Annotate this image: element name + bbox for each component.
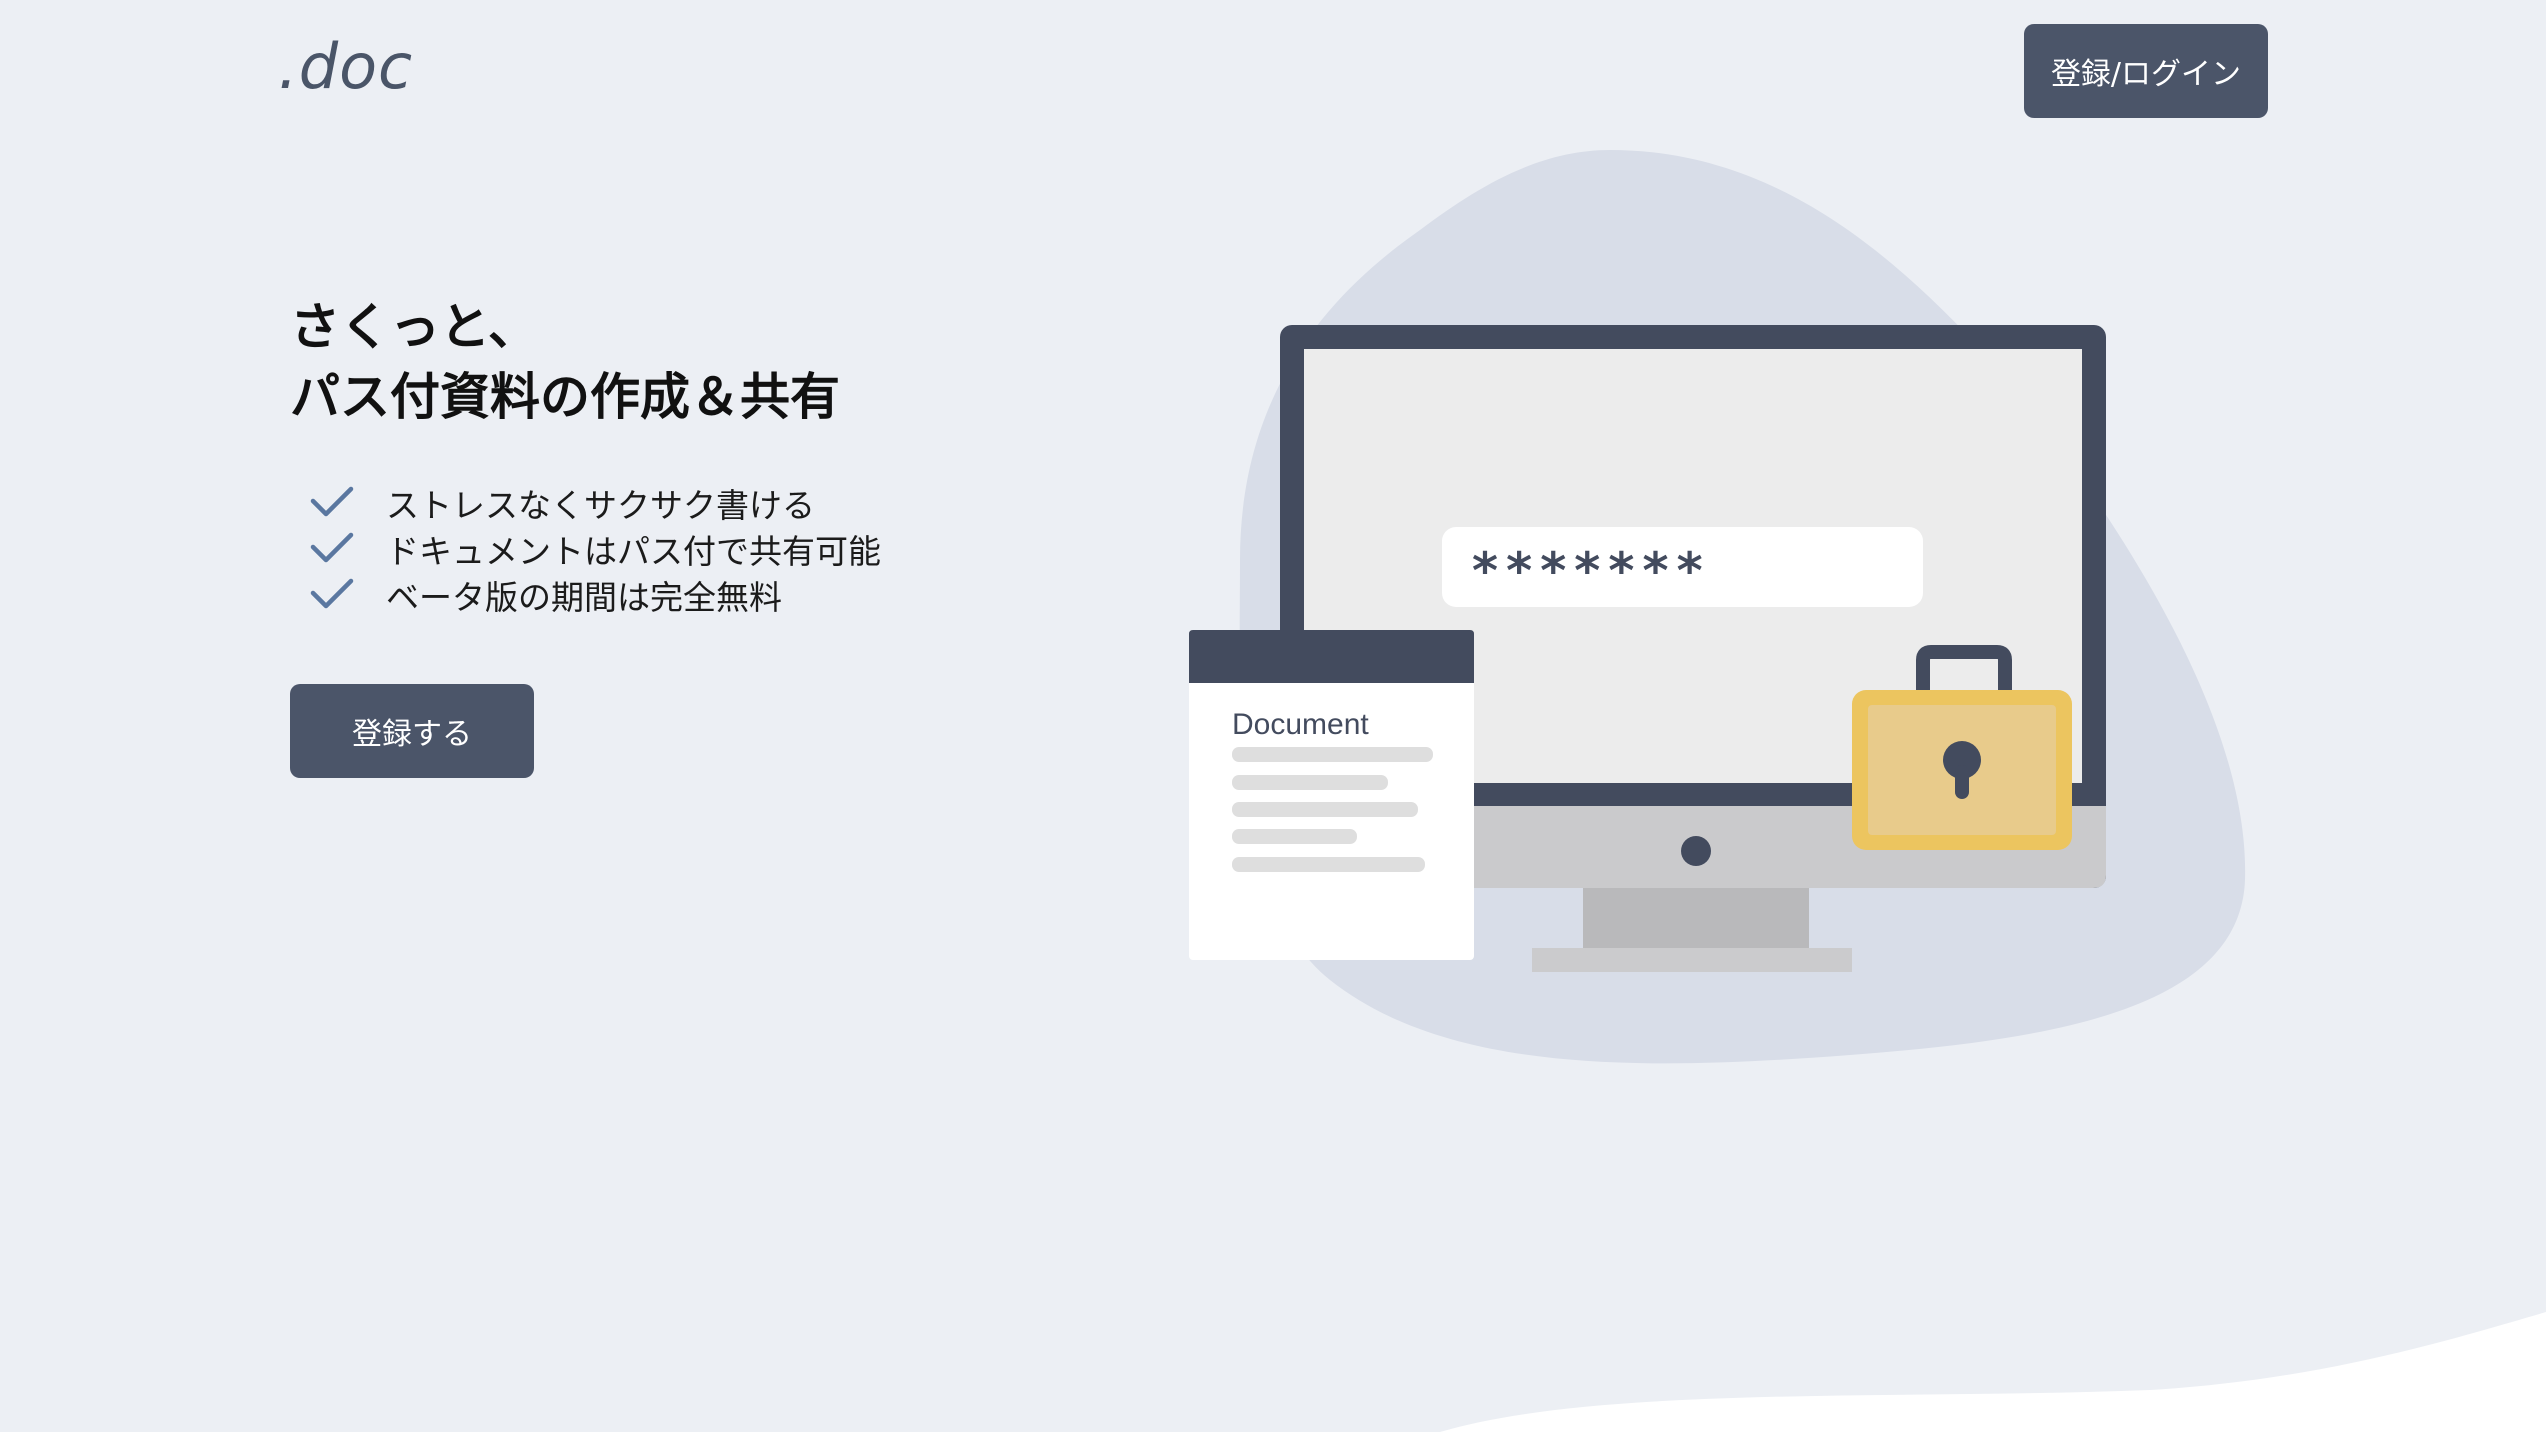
document-line: [1232, 802, 1418, 817]
hero-illustration: ******* Document: [1189, 150, 2246, 1064]
keyhole-slot: [1955, 765, 1969, 799]
power-indicator: [1681, 836, 1711, 866]
password-mask: *******: [1470, 542, 1709, 600]
document-line: [1232, 747, 1433, 762]
document-title: Document: [1232, 708, 1369, 741]
document-line: [1232, 829, 1357, 844]
document-header-bar: [1189, 630, 1474, 683]
monitor-stand-base: [1532, 948, 1852, 972]
monitor-stand-neck: [1583, 885, 1809, 950]
document-line: [1232, 775, 1388, 790]
document-line: [1232, 857, 1425, 872]
